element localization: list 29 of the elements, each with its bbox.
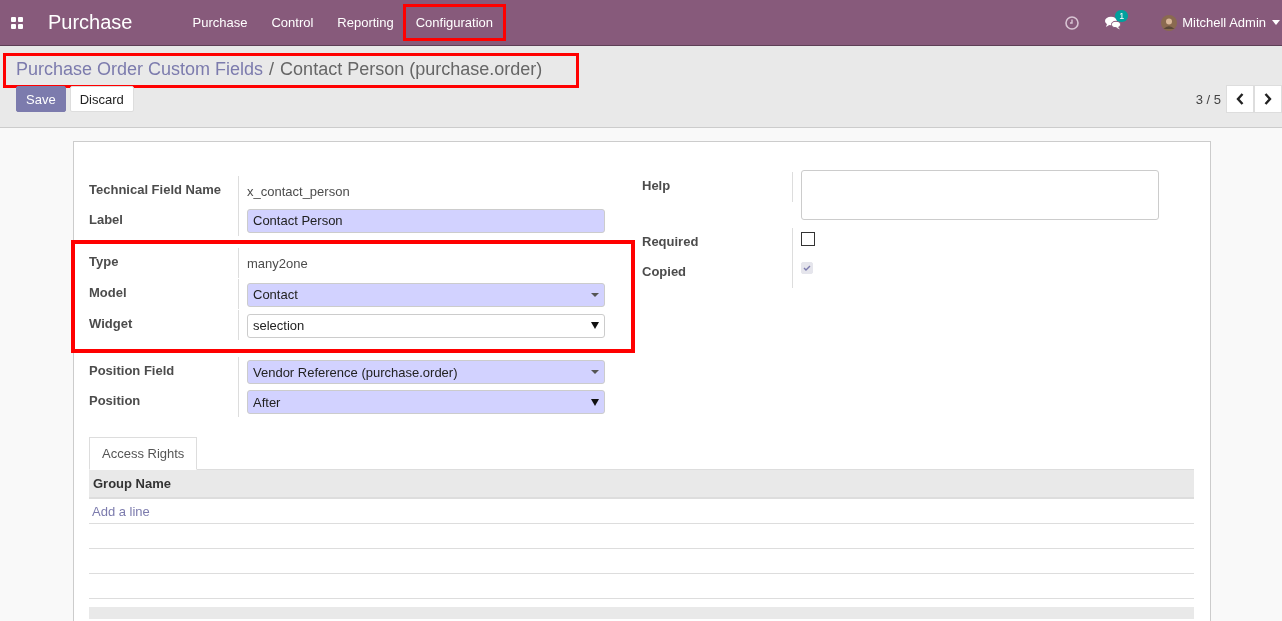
field-label: Model <box>89 279 239 309</box>
field-label: Required <box>642 228 793 258</box>
user-menu[interactable]: Mitchell Admin <box>1182 15 1266 30</box>
input-field[interactable]: Contact Person <box>247 209 605 233</box>
field-label: Widget <box>89 310 239 340</box>
dropdown-field[interactable]: Contact <box>247 282 605 307</box>
field-label: Label <box>89 206 239 236</box>
field-label: Help <box>642 172 793 202</box>
discard-button[interactable]: Discard <box>69 86 134 112</box>
field-value: x_contact_person <box>247 183 350 199</box>
select-field[interactable]: After <box>247 390 605 414</box>
save-button[interactable]: Save <box>16 86 66 112</box>
field-label: Position Field <box>89 357 239 387</box>
field-label: Copied <box>642 258 793 288</box>
menu-item[interactable]: Configuration <box>402 4 507 41</box>
breadcrumb-current: Contact Person (purchase.order) <box>280 59 543 80</box>
select-field[interactable]: selection <box>247 313 605 338</box>
breadcrumb-separator: / <box>269 59 275 80</box>
pager-value: 3 / 5 <box>1195 91 1221 107</box>
field-label: Position <box>89 387 239 417</box>
notebook-tab[interactable]: Access Rights <box>89 437 198 470</box>
field-value: many2one <box>247 256 308 271</box>
field-label: Type <box>89 248 239 278</box>
column-header[interactable]: Group Name <box>93 476 171 491</box>
dropdown-field[interactable]: Vendor Reference (purchase.order) <box>247 360 605 384</box>
app-title: Purchase <box>48 11 133 34</box>
message-count-badge: 1 <box>1115 9 1129 22</box>
field-label: Technical Field Name <box>89 176 239 206</box>
add-line-link[interactable]: Add a line <box>92 503 150 519</box>
